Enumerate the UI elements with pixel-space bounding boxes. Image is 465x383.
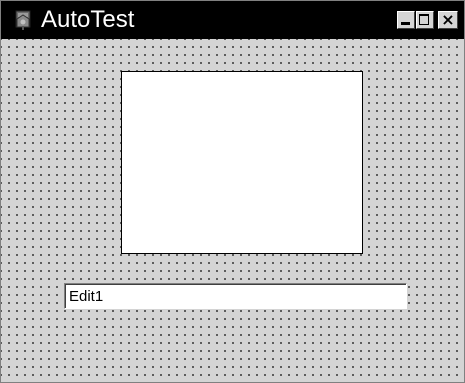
minimize-button[interactable]: [397, 11, 415, 29]
title-bar[interactable]: AutoTest ×: [1, 1, 464, 39]
image-panel[interactable]: [121, 71, 363, 254]
close-button[interactable]: ×: [438, 11, 458, 29]
edit1-input[interactable]: [64, 283, 407, 309]
close-icon: ×: [441, 10, 455, 29]
window-title: AutoTest: [41, 6, 135, 33]
maximize-button[interactable]: [416, 11, 434, 29]
autotest-window: AutoTest ×: [0, 0, 465, 383]
app-icon[interactable]: [13, 9, 35, 31]
form-client-area: [1, 39, 464, 382]
